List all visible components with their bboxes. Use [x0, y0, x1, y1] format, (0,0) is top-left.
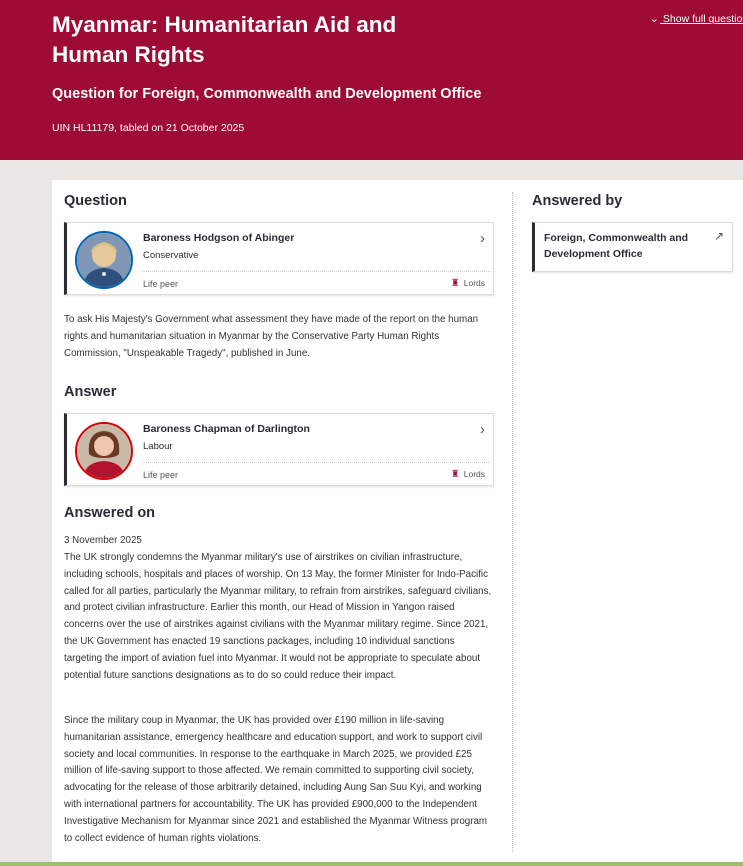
member-peer-type: Life peer: [143, 279, 179, 289]
answered-by-title: Answered by: [532, 193, 623, 209]
answered-on-title: Answered on: [64, 505, 156, 521]
answering-department-card[interactable]: Foreign, Commonwealth and Development Of…: [532, 222, 733, 272]
asking-member-card[interactable]: Baroness Hodgson of Abinger Conservative…: [64, 222, 494, 295]
show-full-question-label: Show full question: [662, 13, 743, 25]
chevron-down-icon: ⌄: [650, 13, 659, 25]
chevron-right-icon: ›: [480, 421, 485, 438]
member-house-label: Lords: [463, 469, 485, 479]
portcullis-icon: ♜: [450, 469, 460, 480]
portcullis-icon: ♜: [450, 278, 460, 289]
answer-date: 3 November 2025: [64, 535, 142, 546]
member-avatar: [75, 231, 133, 289]
page-header: Myanmar: Humanitarian Aid and Human Righ…: [0, 0, 743, 160]
card-separator: [143, 271, 491, 272]
question-section-title: Question: [64, 193, 127, 209]
footer-accent-line: [0, 862, 743, 866]
member-party: Conservative: [143, 250, 199, 261]
member-name: Baroness Hodgson of Abinger: [143, 232, 295, 244]
answering-member-card[interactable]: Baroness Chapman of Darlington Labour Li…: [64, 413, 494, 486]
member-name: Baroness Chapman of Darlington: [143, 423, 310, 435]
answer-paragraph-2: Since the military coup in Myanmar, the …: [64, 715, 488, 844]
page-title: Myanmar: Humanitarian Aid and Human Righ…: [52, 12, 397, 67]
external-link-icon: ↗: [713, 229, 724, 243]
chevron-right-icon: ›: [480, 230, 485, 247]
answer-paragraph-1: The UK strongly condemns the Myanmar mil…: [64, 552, 492, 681]
member-party: Labour: [143, 441, 173, 452]
member-house: ♜ Lords: [451, 469, 485, 480]
question-text: To ask His Majesty's Government what ass…: [64, 314, 479, 359]
member-house-label: Lords: [463, 278, 485, 288]
department-name: Foreign, Commonwealth and Development Of…: [544, 232, 689, 260]
answer-section-title: Answer: [64, 384, 117, 400]
member-peer-type: Life peer: [143, 470, 179, 480]
member-avatar: [75, 422, 133, 480]
show-full-question-link[interactable]: ⌄ Show full question: [650, 13, 743, 25]
member-house: ♜ Lords: [451, 278, 485, 289]
uin-tabled-line: UIN HL11179, tabled on 21 October 2025: [52, 122, 245, 134]
main-content: Question Baroness Hodgson of Abinger Con…: [52, 180, 743, 866]
page-subtitle: Question for Foreign, Commonwealth and D…: [52, 86, 482, 102]
column-divider: [512, 192, 513, 852]
card-separator: [143, 462, 491, 463]
